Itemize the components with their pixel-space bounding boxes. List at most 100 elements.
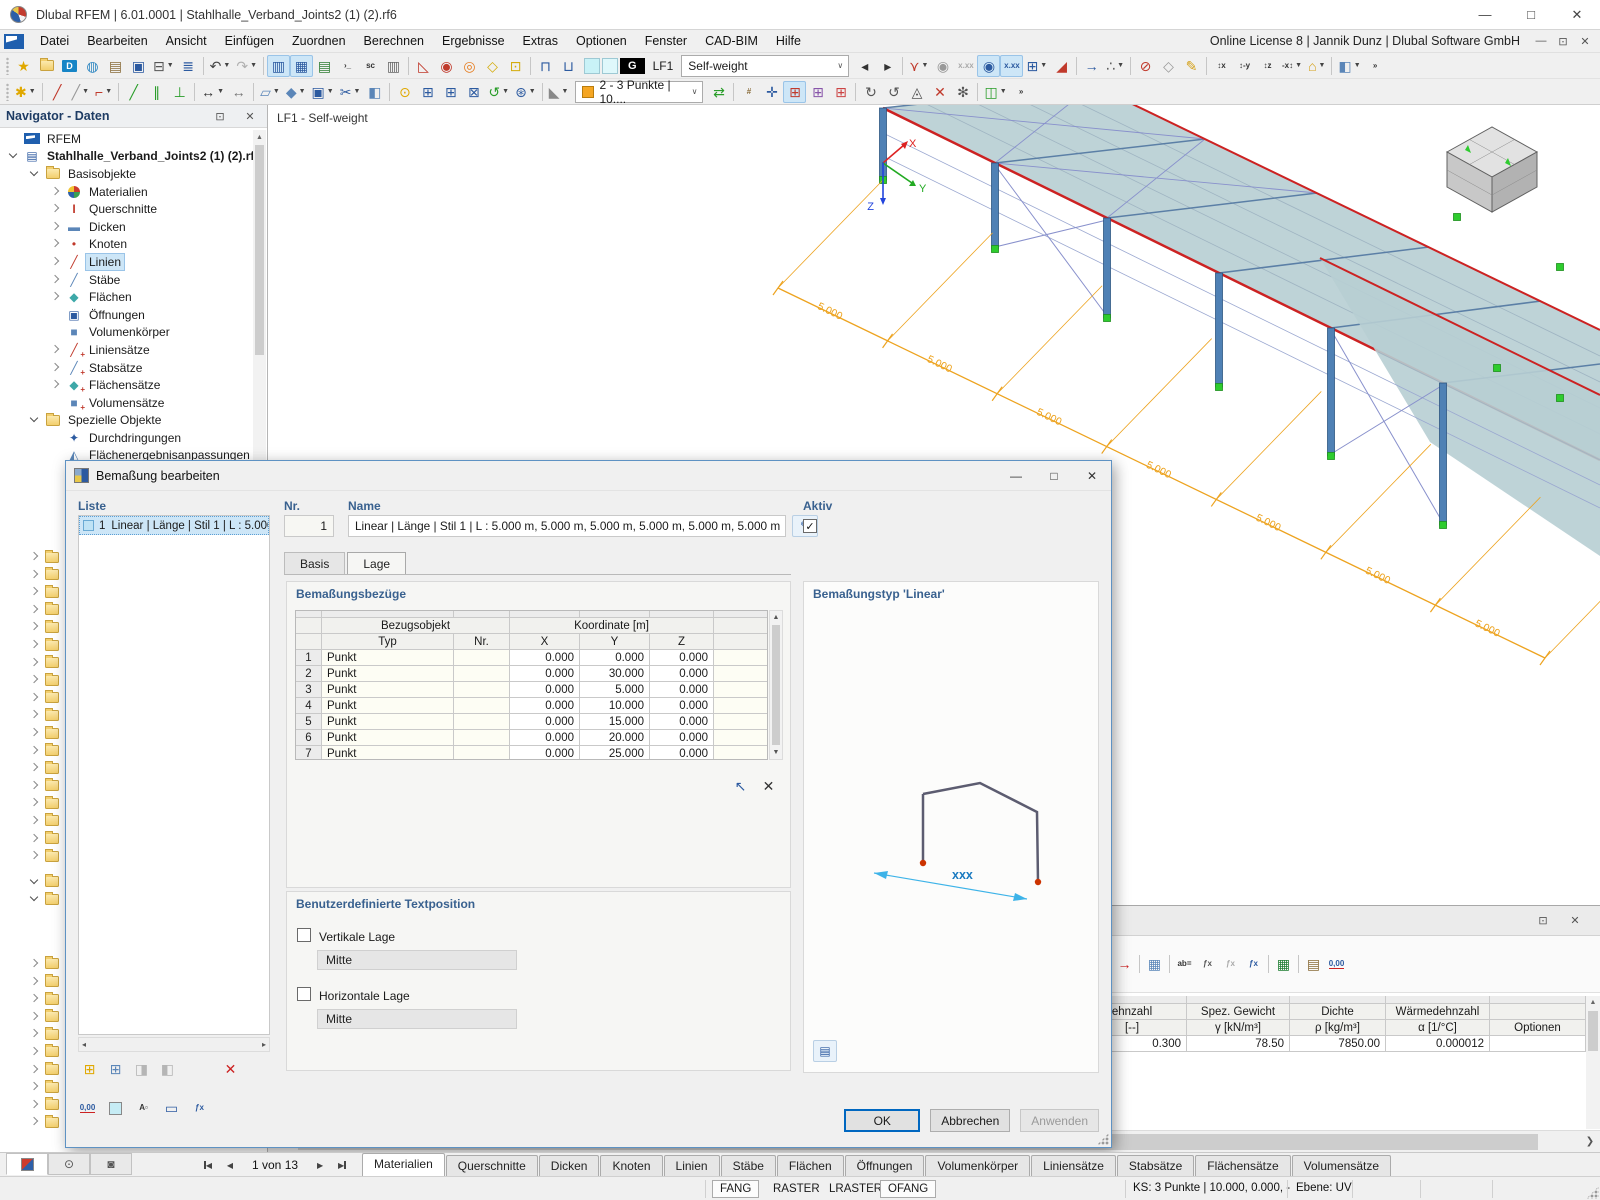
chevron-right-icon[interactable] [50, 379, 62, 391]
list-export-button[interactable]: ◧ [156, 1058, 179, 1080]
dimension-list[interactable]: 1 Linear | Länge | Stil 1 | L : 5.000 m,… [78, 515, 270, 1035]
tree-item-durchdringungen[interactable]: ✦ Durchdringungen [0, 429, 253, 447]
nr-value-field[interactable]: 1 [284, 515, 334, 537]
font-settings-button[interactable]: A▫ [132, 1097, 155, 1119]
document-restore-button[interactable]: ⊡ [1552, 31, 1574, 51]
cell-y[interactable]: 5.000 [580, 682, 650, 698]
cell-z[interactable]: 0.000 [650, 714, 714, 730]
printout-report-button[interactable]: ≣ [177, 55, 200, 77]
story-frame-up-button[interactable]: ⊓ [534, 55, 557, 77]
menu-fenster[interactable]: Fenster [636, 31, 696, 51]
cell-y[interactable]: 10.000 [580, 698, 650, 714]
redo-button[interactable]: ↷ ▼ [233, 55, 260, 77]
edit-view-button[interactable]: ✎ [1180, 55, 1203, 77]
table-tab-materialien[interactable]: Materialien [362, 1153, 445, 1176]
tree-item-stabs-tze[interactable]: ╱ + Stabsätze [0, 359, 253, 377]
table-tab-dicken[interactable]: Dicken [538, 1155, 600, 1176]
chevron-right-icon[interactable] [29, 551, 41, 563]
cell-x[interactable]: 0.000 [510, 730, 580, 746]
menu-optionen[interactable]: Optionen [567, 31, 636, 51]
isometric-view-button[interactable]: ◧ ▼ [1335, 55, 1363, 77]
chevron-right-icon[interactable] [29, 727, 41, 739]
select-circle-button[interactable]: ◎ [458, 55, 481, 77]
chevron-right-icon[interactable] [50, 203, 62, 215]
view-minus-x-button[interactable]: -x↕ ▼ [1279, 55, 1305, 77]
navigator-float-button[interactable]: ⊡ [209, 106, 231, 126]
tree-item-liniens-tze[interactable]: ╱ + Liniensätze [0, 341, 253, 359]
more-insert-button[interactable]: » [1010, 81, 1033, 103]
loadcase-next-button[interactable]: ▸ [876, 55, 899, 77]
tree-item-fl-chens-tze[interactable]: ◆ + Flächensätze [0, 376, 253, 394]
new-member-set-button[interactable]: ∥ [145, 81, 168, 103]
mesh-quad-button[interactable]: ⊞ [806, 81, 829, 103]
table-import-button[interactable]: ▤ [1302, 953, 1325, 975]
list-hscrollbar[interactable]: ◂ ▸ [78, 1037, 270, 1052]
cell-nr[interactable] [454, 746, 510, 759]
table-tab-flchenstze[interactable]: Flächensätze [1195, 1155, 1291, 1176]
mesh-delete-button[interactable]: ⊞ [829, 81, 852, 103]
tree-item-basisobjekte[interactable]: Basisobjekte [0, 165, 253, 183]
special-view-button[interactable]: ⌂ ▼ [1305, 55, 1328, 77]
decimal-places-button[interactable]: 0,00 [76, 1097, 99, 1119]
dialog-resize-grip[interactable] [1097, 1133, 1109, 1145]
menu-hilfe[interactable]: Hilfe [767, 31, 810, 51]
panel-close-button[interactable]: ✕ [1564, 911, 1586, 931]
cell-typ[interactable]: Punkt [322, 698, 454, 714]
table-display-button[interactable]: ▥ [382, 55, 405, 77]
vertical-position-checkbox[interactable] [297, 928, 311, 942]
close-button[interactable]: ✕ [1554, 0, 1600, 30]
cell-typ[interactable]: Punkt [322, 650, 454, 666]
chevron-right-icon[interactable] [29, 780, 41, 792]
chevron-right-icon[interactable] [29, 1116, 41, 1128]
menu-cadbim[interactable]: CAD-BIM [696, 31, 767, 51]
panel-tables-button[interactable]: ▦ [290, 54, 314, 77]
select-box-button[interactable]: ⊡ [504, 55, 527, 77]
cell-typ[interactable]: Punkt [322, 746, 454, 759]
name-value-field[interactable]: Linear | Länge | Stil 1 | L : 5.000 m, 5… [348, 515, 786, 537]
list-new-button[interactable]: ⊞ [78, 1058, 101, 1080]
snap-select-button[interactable]: ◣ ▼ [546, 81, 572, 103]
cell-x[interactable]: 0.000 [510, 650, 580, 666]
chevron-right-icon[interactable] [29, 1081, 41, 1093]
chevron-right-icon[interactable] [50, 186, 62, 198]
chevron-right-icon[interactable] [50, 238, 62, 250]
save-view-button[interactable]: → [1080, 55, 1103, 77]
line-on-surface-button[interactable]: ⊞ [416, 81, 439, 103]
more-tools-button[interactable]: » [1364, 55, 1387, 77]
chevron-right-icon[interactable] [29, 692, 41, 704]
menu-ansicht[interactable]: Ansicht [157, 31, 216, 51]
cell-y[interactable]: 20.000 [580, 730, 650, 746]
toolbar-grip[interactable] [5, 56, 10, 75]
tree-item-materialien[interactable]: Materialien [0, 183, 253, 201]
cell-x[interactable]: 0.000 [510, 746, 580, 759]
cell-z[interactable]: 0.000 [650, 650, 714, 666]
row-number[interactable]: 7 [296, 746, 322, 759]
cell-y[interactable]: 0.000 [580, 650, 650, 666]
ok-button[interactable]: OK [844, 1109, 921, 1132]
menu-ergebnisse[interactable]: Ergebnisse [433, 31, 514, 51]
chevron-right-icon[interactable] [29, 621, 41, 633]
tree-item-spezielle-objekte[interactable]: Spezielle Objekte [0, 412, 253, 430]
scroll-left-icon[interactable]: ◂ [82, 1040, 86, 1049]
chevron-right-icon[interactable] [29, 604, 41, 616]
snap-toggle-ofang[interactable]: OFANG [880, 1180, 937, 1198]
view-z-button[interactable]: ↕z [1256, 55, 1279, 77]
cell-nr[interactable] [454, 730, 510, 746]
console-button[interactable]: ›_ [336, 55, 359, 77]
scroll-up-icon[interactable]: ▲ [770, 611, 782, 624]
new-surface-button[interactable]: ▱ ▼ [257, 81, 283, 103]
first-record-button[interactable]: ◀ [198, 1156, 218, 1174]
new-node-button[interactable]: ✱ ▼ [12, 81, 39, 103]
member-on-surface-button[interactable]: ⊞ [439, 81, 462, 103]
chevron-right-icon[interactable] [29, 745, 41, 757]
zoom-cancel-button[interactable]: ⊘ [1134, 55, 1157, 77]
table-tab-linienstze[interactable]: Liniensätze [1031, 1155, 1116, 1176]
new-cut-button[interactable]: ✂ ▼ [337, 81, 364, 103]
chevron-right-icon[interactable] [50, 256, 62, 268]
chevron-down-icon[interactable] [8, 150, 20, 162]
row-number[interactable]: 5 [296, 714, 322, 730]
toolbar-grip[interactable] [5, 82, 10, 101]
view-cube-button[interactable]: ◇ [1157, 55, 1180, 77]
cell-x[interactable]: 0.000 [510, 666, 580, 682]
formula-settings-button[interactable]: ƒx [188, 1097, 211, 1119]
